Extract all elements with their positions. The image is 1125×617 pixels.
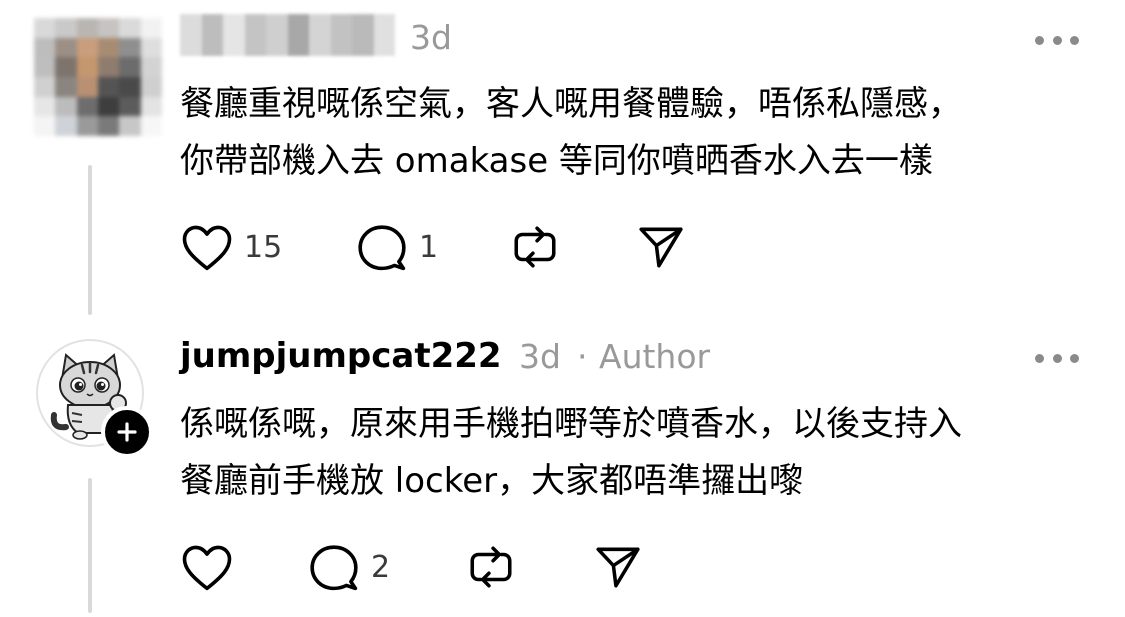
meta-separator: · [577, 337, 588, 376]
avatar[interactable] [34, 18, 162, 136]
send-icon [596, 547, 640, 588]
repost-icon [470, 546, 512, 588]
like-button[interactable] [180, 542, 234, 592]
follow-button[interactable] [101, 406, 153, 458]
share-button[interactable] [593, 542, 643, 592]
comment-text-line: 係嘅係嘅，原來用手機拍嘢等於噴香水，以後支持入 [180, 404, 962, 444]
timestamp: 3d [410, 18, 452, 57]
username[interactable]: jumpjumpcat222 [180, 336, 502, 376]
send-icon [639, 227, 683, 268]
comment-text-line: 餐廳重視嘅係空氣，客人嘅用餐體驗，唔係私隱感， [180, 84, 962, 124]
reply-count: 2 [371, 549, 391, 585]
comment-text: 餐廳重視嘅係空氣，客人嘅用餐體驗，唔係私隱感， 你帶部機入去 omakase 等… [180, 76, 962, 190]
heart-icon [182, 225, 232, 271]
username-redacted[interactable] [180, 14, 395, 56]
like-count: 15 [244, 229, 283, 265]
comment-text: 係嘅係嘅，原來用手機拍嘢等於噴香水，以後支持入 餐廳前手機放 locker，大家… [180, 396, 962, 510]
comment-bubble-icon [310, 545, 358, 591]
comment-text-line: 餐廳前手機放 locker，大家都唔準攞出嚟 [180, 461, 804, 501]
more-options-button[interactable] [1035, 352, 1079, 364]
thread-line [88, 165, 92, 315]
author-tag: Author [599, 337, 711, 376]
reply-button[interactable]: 1 [355, 222, 438, 272]
like-button[interactable]: 15 [180, 222, 282, 272]
heart-icon [182, 545, 232, 591]
timestamp: 3d [519, 337, 561, 376]
thread-line [88, 478, 92, 613]
repost-icon [514, 226, 556, 268]
repost-button[interactable] [510, 222, 560, 272]
reply-button[interactable]: 2 [307, 542, 390, 592]
plus-icon [117, 422, 137, 442]
reply-count: 1 [419, 229, 439, 265]
comment-text-line: 你帶部機入去 omakase 等同你噴晒香水入去一樣 [180, 141, 933, 181]
share-button[interactable] [636, 222, 686, 272]
repost-button[interactable] [466, 542, 516, 592]
more-options-button[interactable] [1035, 34, 1079, 46]
comment-bubble-icon [358, 225, 406, 271]
more-horizontal-icon [1035, 35, 1044, 45]
more-horizontal-icon [1035, 353, 1044, 363]
